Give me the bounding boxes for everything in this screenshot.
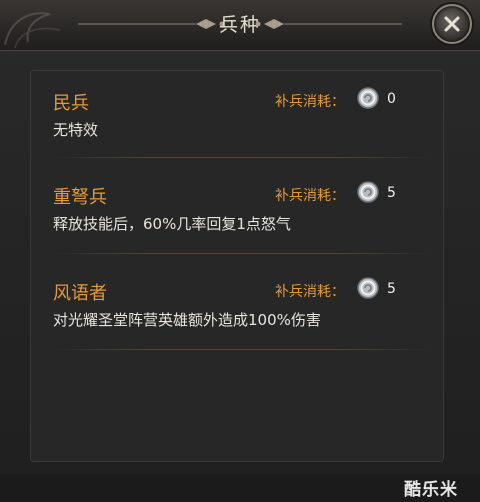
silver-coin-icon <box>357 181 379 203</box>
unit-name: 风语者 <box>53 283 107 304</box>
cost-value: 5 <box>387 281 396 297</box>
unit-description: 对光耀圣堂阵营英雄额外造成100%伤害 <box>53 311 321 329</box>
cost-value: 0 <box>387 91 396 107</box>
unit-name: 重弩兵 <box>53 187 107 208</box>
list-item: 风语者 补兵消耗： 5 对光耀圣堂阵营英雄额外造成100%伤害 <box>53 277 433 369</box>
cost-label: 补兵消耗： <box>275 188 345 204</box>
page-title: 兵种 <box>218 14 261 36</box>
watermark-logo: 酷乐米 <box>404 480 458 500</box>
divider <box>53 157 433 158</box>
cost-value: 5 <box>387 185 396 201</box>
unit-description: 释放技能后，60%几率回复1点怒气 <box>53 215 291 233</box>
silver-coin-icon <box>357 87 379 109</box>
title-bar: 兵种 <box>0 0 480 51</box>
list-item: 重弩兵 补兵消耗： 5 释放技能后，60%几率回复1点怒气 <box>53 181 433 273</box>
cost-label: 补兵消耗： <box>275 94 345 110</box>
unit-type-dialog: 兵种 民兵 补兵消耗： 0 无特效 重弩兵 补兵消耗： 5 释放技能后，60%几… <box>0 0 480 502</box>
divider <box>53 349 433 350</box>
divider <box>53 253 433 254</box>
cost-label: 补兵消耗： <box>275 284 345 300</box>
unit-name: 民兵 <box>53 93 89 114</box>
silver-coin-icon <box>357 277 379 299</box>
list-item: 民兵 补兵消耗： 0 无特效 <box>53 87 433 179</box>
close-button[interactable] <box>432 4 472 44</box>
unit-list-panel: 民兵 补兵消耗： 0 无特效 重弩兵 补兵消耗： 5 释放技能后，60%几率回复… <box>30 70 444 462</box>
unit-description: 无特效 <box>53 121 99 139</box>
close-icon <box>444 16 460 32</box>
title-ornament-right-icon <box>255 19 402 29</box>
